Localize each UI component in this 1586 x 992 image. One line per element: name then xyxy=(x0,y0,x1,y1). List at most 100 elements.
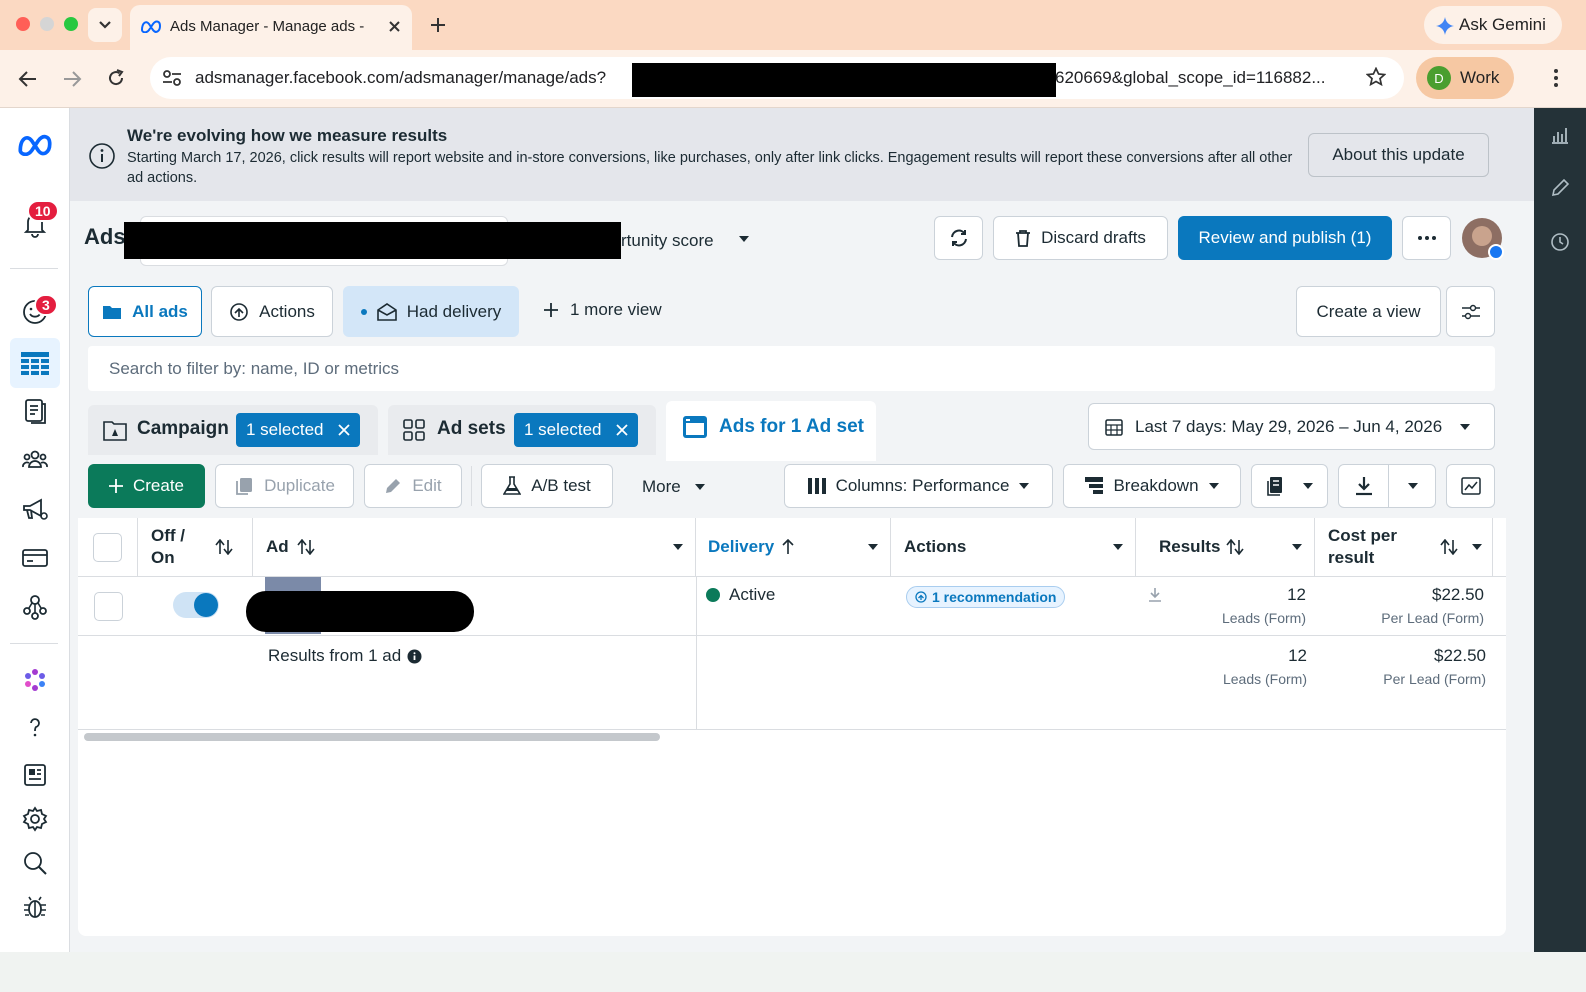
sort-icon[interactable] xyxy=(1440,539,1458,555)
history-clock-icon[interactable] xyxy=(1550,232,1570,252)
grid-squares-icon xyxy=(403,419,425,441)
ad-sets-tab-label: Ad sets xyxy=(437,418,506,439)
download-small-icon[interactable] xyxy=(1148,587,1162,603)
browser-menu-icon[interactable] xyxy=(1554,69,1558,87)
help-button[interactable] xyxy=(15,708,55,748)
ab-test-button[interactable]: A/B test xyxy=(481,464,613,508)
more-caret-icon xyxy=(694,484,705,490)
campaigns-button[interactable] xyxy=(15,489,55,529)
edit-button[interactable]: Edit xyxy=(364,464,462,508)
business-settings-button[interactable] xyxy=(15,587,55,627)
more-views-button[interactable]: 1 more view xyxy=(544,300,662,320)
opportunity-score-label[interactable]: rtunity score xyxy=(621,231,714,251)
horizontal-scrollbar[interactable] xyxy=(84,733,660,741)
view-actions[interactable]: Actions xyxy=(211,286,333,337)
meta-home-button[interactable] xyxy=(15,124,55,164)
profile-button[interactable]: D Work xyxy=(1416,57,1514,99)
site-settings-icon[interactable] xyxy=(162,69,182,87)
plus-icon xyxy=(108,479,123,493)
settings-button[interactable] xyxy=(15,799,55,839)
row-cost-value: $22.50 xyxy=(1432,585,1484,604)
notifications-badge: 10 xyxy=(27,200,59,222)
about-this-update-button[interactable]: About this update xyxy=(1308,133,1489,177)
tab-search-button[interactable] xyxy=(88,8,122,42)
minimize-window-button[interactable] xyxy=(40,17,54,31)
duplicate-button[interactable]: Duplicate xyxy=(215,464,354,508)
campaign-selected-chip[interactable]: 1 selected xyxy=(236,413,360,447)
info-filled-icon[interactable] xyxy=(407,649,422,664)
search-button[interactable] xyxy=(15,843,55,883)
discard-drafts-button[interactable]: Discard drafts xyxy=(993,216,1168,260)
table-row[interactable]: Active 1 recommendation 12 Leads (Form) … xyxy=(78,577,1506,729)
header-delivery[interactable]: Delivery xyxy=(696,518,891,576)
new-tab-icon[interactable] xyxy=(430,17,446,33)
create-button[interactable]: Create xyxy=(88,464,205,508)
pencil-icon[interactable] xyxy=(1550,178,1570,198)
date-range-picker[interactable]: Last 7 days: May 29, 2026 – Jun 4, 2026 xyxy=(1088,403,1495,450)
view-had-delivery[interactable]: Had delivery xyxy=(343,286,519,337)
cost-header-label: Cost per result xyxy=(1328,526,1397,567)
sort-icon[interactable] xyxy=(297,539,315,555)
browser-tab[interactable]: Ads Manager - Manage ads - xyxy=(130,5,412,50)
row-checkbox[interactable] xyxy=(94,592,123,621)
meta-ai-button[interactable] xyxy=(15,660,55,700)
close-tab-icon[interactable] xyxy=(388,20,401,33)
reload-icon[interactable] xyxy=(106,68,126,88)
reports-dropdown[interactable] xyxy=(1251,464,1328,508)
actions-column-caret-icon[interactable] xyxy=(1113,544,1123,550)
header-ad[interactable]: Ad xyxy=(253,518,696,576)
sort-icon[interactable] xyxy=(215,539,233,555)
sort-icon[interactable] xyxy=(1226,539,1245,555)
header-cost-per-result[interactable]: Cost per result xyxy=(1315,518,1493,576)
omnibox[interactable]: adsmanager.facebook.com/adsmanager/manag… xyxy=(150,57,1404,99)
create-view-button[interactable]: Create a view xyxy=(1296,286,1441,337)
breakdown-dropdown[interactable]: Breakdown xyxy=(1063,464,1241,508)
pages-button[interactable] xyxy=(15,391,55,431)
opportunity-caret-icon[interactable] xyxy=(739,236,749,242)
view-all-ads[interactable]: All ads xyxy=(88,286,202,337)
adsets-selected-chip[interactable]: 1 selected xyxy=(514,413,638,447)
clear-selection-icon[interactable] xyxy=(615,424,628,436)
more-actions-dropdown[interactable]: More xyxy=(642,477,705,497)
back-icon[interactable] xyxy=(18,70,38,88)
bar-chart-icon[interactable] xyxy=(1550,126,1570,144)
forward-icon[interactable] xyxy=(62,70,82,88)
ad-column-caret-icon[interactable] xyxy=(673,544,683,550)
trash-icon xyxy=(1016,230,1031,247)
export-button[interactable] xyxy=(1339,465,1389,507)
recommendation-pill[interactable]: 1 recommendation xyxy=(906,586,1066,608)
header-results[interactable]: Results xyxy=(1136,518,1315,576)
columns-dropdown[interactable]: Columns: Performance xyxy=(784,464,1053,508)
close-window-button[interactable] xyxy=(16,17,30,31)
banner-title: We're evolving how we measure results xyxy=(127,126,448,145)
header-off-on[interactable]: Off / On xyxy=(138,518,253,576)
results-column-caret-icon[interactable] xyxy=(1292,544,1302,550)
review-and-publish-button[interactable]: Review and publish (1) xyxy=(1178,216,1392,260)
billing-button[interactable] xyxy=(15,538,55,578)
ad-on-off-toggle[interactable] xyxy=(173,592,219,618)
audiences-button[interactable] xyxy=(15,440,55,480)
clear-selection-icon[interactable] xyxy=(337,424,350,436)
select-all-checkbox[interactable] xyxy=(93,532,122,562)
more-options-button[interactable] xyxy=(1402,216,1451,260)
delivery-column-caret-icon[interactable] xyxy=(868,544,878,550)
ads-manager-nav-active[interactable] xyxy=(10,338,60,388)
cost-column-caret-icon[interactable] xyxy=(1472,544,1482,550)
sort-ascending-icon[interactable] xyxy=(782,539,794,555)
search-filter-input[interactable]: Search to filter by: name, ID or metrics xyxy=(88,346,1495,391)
maximize-window-button[interactable] xyxy=(64,17,78,31)
report-bug-button[interactable] xyxy=(15,887,55,927)
export-options-button[interactable] xyxy=(1389,465,1436,507)
charts-button[interactable] xyxy=(1446,464,1495,508)
profile-avatar: D xyxy=(1427,66,1451,90)
duplicate-label: Duplicate xyxy=(264,476,335,495)
ads-tab[interactable]: Ads for 1 Ad set xyxy=(666,401,876,461)
news-button[interactable] xyxy=(15,755,55,795)
report-icon xyxy=(1266,477,1282,496)
results-header-label: Results xyxy=(1159,537,1221,556)
bookmark-star-icon[interactable] xyxy=(1366,67,1386,87)
refresh-button[interactable] xyxy=(934,216,983,260)
view-settings-button[interactable] xyxy=(1446,286,1495,337)
header-actions[interactable]: Actions xyxy=(891,518,1136,576)
ask-gemini-button[interactable]: Ask Gemini xyxy=(1424,6,1562,44)
